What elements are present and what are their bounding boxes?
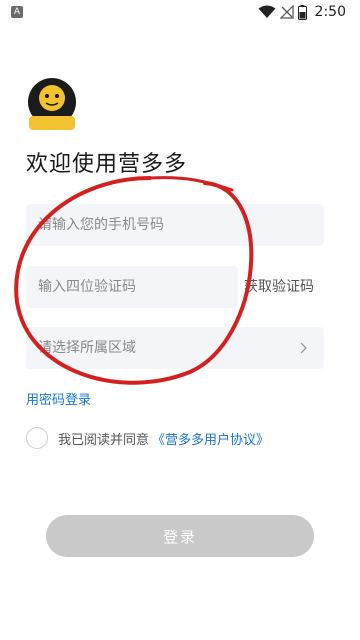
status-time: 2:50 xyxy=(314,4,346,20)
code-field-container xyxy=(26,266,238,308)
status-bar: A 2:50 xyxy=(0,0,360,24)
page-title: 欢迎使用营多多 xyxy=(26,152,188,177)
agreement-text: 我已阅读并同意 xyxy=(58,432,150,448)
phone-input[interactable] xyxy=(38,204,238,246)
user-agreement-link[interactable]: 《营多多用户协议》 xyxy=(152,429,269,448)
no-signal-icon xyxy=(279,5,294,19)
password-login-link[interactable]: 用密码登录 xyxy=(26,389,91,408)
app-logo xyxy=(26,76,78,132)
agreement-row: 我已阅读并同意 《营多多用户协议》 xyxy=(26,425,269,451)
verification-code-input[interactable] xyxy=(38,266,238,308)
battery-icon xyxy=(297,4,307,20)
get-code-button[interactable]: 获取验证码 xyxy=(244,266,314,308)
region-select[interactable]: 请选择所属区域 xyxy=(26,327,324,369)
status-icons: 2:50 xyxy=(258,3,346,21)
chevron-right-icon xyxy=(300,342,307,354)
region-placeholder: 请选择所属区域 xyxy=(38,340,136,356)
notification-icon: A xyxy=(11,6,23,18)
login-button[interactable]: 登录 xyxy=(46,515,314,557)
wifi-icon xyxy=(258,5,276,18)
agreement-checkbox[interactable] xyxy=(26,427,48,449)
phone-field-container xyxy=(26,204,324,246)
